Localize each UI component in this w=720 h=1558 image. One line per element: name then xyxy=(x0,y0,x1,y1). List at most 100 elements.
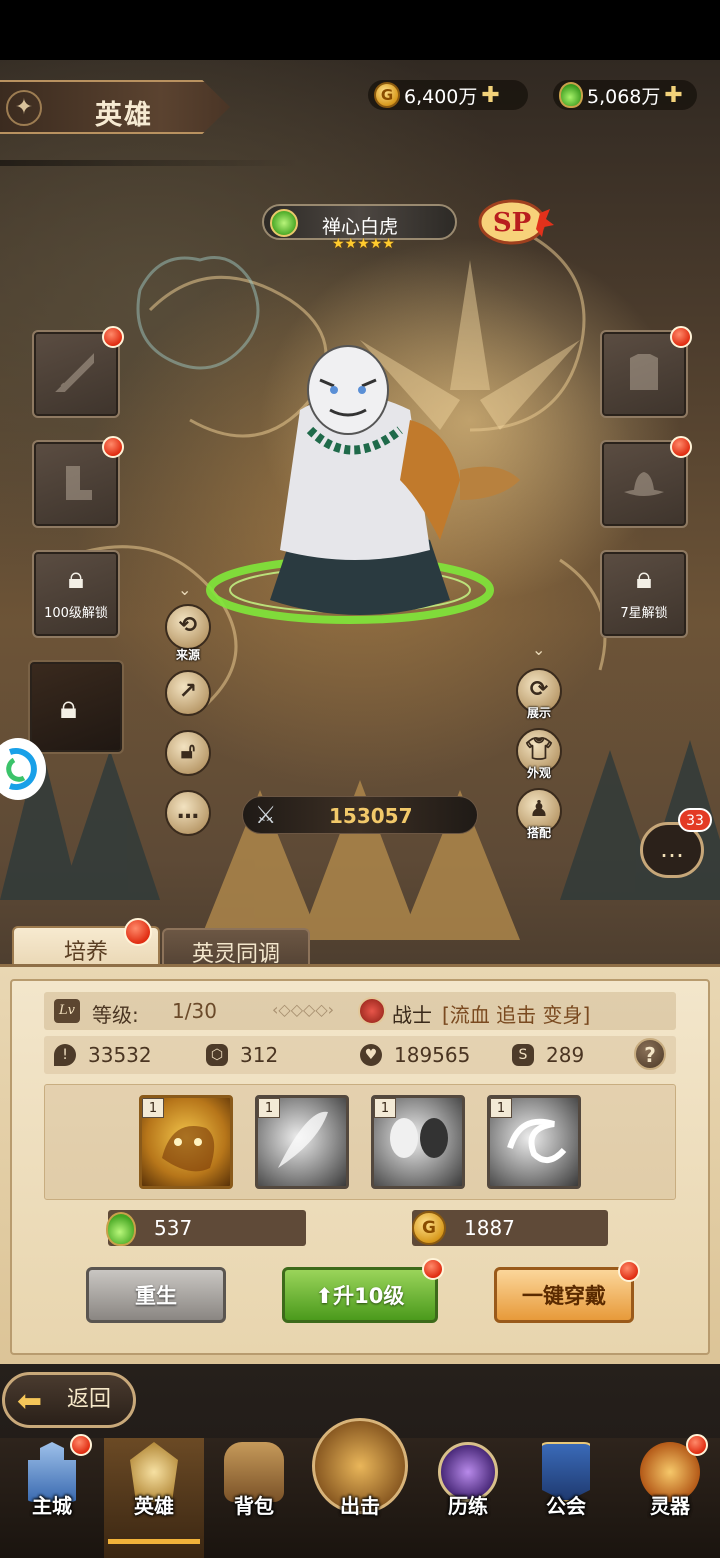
hero-screen: ✦ 英雄 G 6,400万 ✚ 5,068万 ✚ 禅心白虎 ★★★★★ SP 🔒… xyxy=(0,0,720,1558)
padlock-icon: 🔒︎ xyxy=(636,561,652,596)
refresh-icon: ⟲ xyxy=(178,613,198,638)
locked-slot-right[interactable]: 🔒︎ 7星解锁 xyxy=(600,550,688,638)
nav-label: 历练 xyxy=(448,1494,488,1518)
skill-slot-3[interactable]: 1 xyxy=(371,1095,465,1189)
skill-level: 1 xyxy=(258,1098,280,1118)
combat-power: ⚔ 153057 xyxy=(242,796,478,834)
chevron-down-icon: ⌄ xyxy=(532,640,546,659)
floating-assistant-icon[interactable] xyxy=(0,738,46,800)
cultivate-tab-alert-dot xyxy=(124,918,152,946)
back-arrow-icon: ⬅ xyxy=(17,1384,43,1419)
nav-guild[interactable]: 公会 xyxy=(516,1438,616,1558)
equip-all-alert-dot xyxy=(618,1260,640,1282)
sp-rarity-text: SP xyxy=(493,208,531,238)
nav-main-city[interactable]: 主城 xyxy=(2,1434,102,1558)
potion-cost: 537 xyxy=(106,1210,306,1246)
skill-level: 1 xyxy=(490,1098,512,1118)
gold-cost: G 1887 xyxy=(412,1210,608,1246)
sp-rarity-badge: SP xyxy=(478,199,554,245)
title-divider xyxy=(0,160,300,166)
unlock-icon: 🔓︎ xyxy=(180,739,196,764)
speech-bubble-icon: … xyxy=(177,799,199,824)
hero-portrait[interactable] xyxy=(200,330,520,670)
hat-alert-dot xyxy=(670,436,692,458)
hp-value: 189565 xyxy=(394,1043,471,1067)
green-potion-icon xyxy=(559,82,583,108)
nav-label: 主城 xyxy=(32,1494,72,1518)
nav-battle[interactable]: 出击 xyxy=(310,1418,410,1558)
chat-bubble-icon: … xyxy=(660,835,684,863)
lock-right-label: 7星解锁 xyxy=(620,606,668,621)
rebirth-button[interactable]: 重生 xyxy=(86,1267,226,1323)
potion-currency[interactable]: 5,068万 ✚ xyxy=(553,80,697,110)
boots-icon xyxy=(66,466,92,500)
display-label: 展示 xyxy=(526,706,551,720)
source-button[interactable]: ⟲ xyxy=(165,604,211,650)
crossed-swords-icon: ⚔ xyxy=(255,801,277,829)
level-up-button[interactable]: ⬆升10级 xyxy=(282,1267,438,1323)
ornament-icon: ‹◇◇◇◇› xyxy=(272,1000,335,1019)
level-value: 1/30 xyxy=(172,999,217,1023)
status-bar xyxy=(0,0,720,60)
element-badge-icon xyxy=(270,209,298,237)
padlock-icon: 🔒︎ xyxy=(68,561,84,596)
shirt-icon: 👕︎ xyxy=(525,737,553,762)
skill-level: 1 xyxy=(142,1098,164,1118)
potion-amount: 5,068万 xyxy=(587,85,661,108)
skill-slot-2[interactable]: 1 xyxy=(255,1095,349,1189)
locked-slot-left[interactable]: 🔒︎ 100级解锁 xyxy=(32,550,120,638)
outfit-label: 外观 xyxy=(526,766,551,780)
comment-button[interactable]: … xyxy=(165,790,211,836)
speed-stat-icon: S xyxy=(512,1044,534,1066)
hero-name: 禅心白虎 xyxy=(322,216,399,238)
add-potion-icon[interactable]: ✚ xyxy=(664,83,682,108)
artifact-lock-icon: 🔒︎ xyxy=(60,688,78,726)
weapon-alert-dot xyxy=(102,326,124,348)
skill-slot-4[interactable]: 1 xyxy=(487,1095,581,1189)
attack-stat-icon: ! xyxy=(54,1044,76,1066)
skill-level: 1 xyxy=(374,1098,396,1118)
hero-stars: ★★★★★ xyxy=(332,236,395,252)
nav-hero[interactable]: 英雄 xyxy=(104,1438,204,1558)
armor-alert-dot xyxy=(670,326,692,348)
hero-name-plate[interactable]: 禅心白虎 xyxy=(262,204,457,240)
source-label: 来源 xyxy=(175,648,200,662)
gold-coin-icon: G xyxy=(374,82,400,108)
nav-label: 公会 xyxy=(546,1494,586,1518)
nav-alert-dot xyxy=(70,1434,92,1456)
defense-stat-icon: ⬡ xyxy=(206,1044,228,1066)
nav-alert-dot xyxy=(686,1434,708,1456)
power-value: 153057 xyxy=(329,804,413,828)
speed-value: 289 xyxy=(546,1043,585,1067)
nav-spirit-artifact[interactable]: 灵器 xyxy=(620,1434,720,1558)
level-up-alert-dot xyxy=(422,1258,444,1280)
potion-cost-value: 537 xyxy=(154,1216,193,1240)
lock-left-label: 100级解锁 xyxy=(44,606,108,621)
page-title: 英雄 xyxy=(95,100,153,131)
gold-amount: 6,400万 xyxy=(404,85,478,108)
nav-label: 出击 xyxy=(340,1494,380,1518)
equip-all-button[interactable]: 一键穿戴 xyxy=(494,1267,634,1323)
back-button[interactable]: ⬅ 返回 xyxy=(2,1372,136,1428)
armor-icon xyxy=(630,354,658,390)
boots-alert-dot xyxy=(102,436,124,458)
stats-row: ! 33532 ⬡ 312 ♥ 189565 S 289 ? xyxy=(44,1036,676,1074)
share-button[interactable]: ↗ xyxy=(165,670,211,716)
gold-coin-icon: G xyxy=(412,1211,446,1245)
help-button[interactable]: ? xyxy=(634,1038,666,1070)
nav-backpack[interactable]: 背包 xyxy=(204,1438,304,1558)
add-gold-icon[interactable]: ✚ xyxy=(481,83,499,108)
attack-value: 33532 xyxy=(88,1043,152,1067)
back-label: 返回 xyxy=(67,1387,112,1412)
green-potion-icon xyxy=(106,1212,136,1246)
nav-training[interactable]: 历练 xyxy=(418,1438,518,1558)
gold-currency[interactable]: G 6,400万 ✚ xyxy=(368,80,528,110)
warrior-class-icon xyxy=(358,997,386,1025)
class-label: 战士 xyxy=(392,1003,432,1027)
team-icon: ♟ xyxy=(529,797,549,822)
skill-slot-1[interactable]: 1 xyxy=(139,1095,233,1189)
unlock-button[interactable]: 🔓︎ xyxy=(165,730,211,776)
share-icon: ↗ xyxy=(178,679,198,704)
nav-label: 背包 xyxy=(234,1494,274,1518)
sword-icon xyxy=(55,353,94,392)
